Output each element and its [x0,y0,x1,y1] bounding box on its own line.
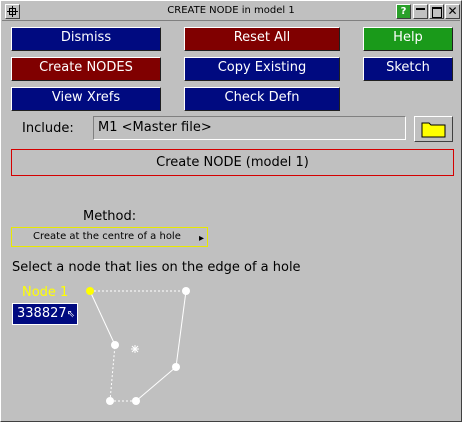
selected-node-marker [86,287,94,295]
node-marker [172,363,180,371]
node-marker [182,287,190,295]
node-marker [111,341,119,349]
centre-star-icon [131,345,139,353]
create-node-window: CREATE NODE in model 1 ? ✕ Dismiss Reset… [0,0,462,422]
hole-sketch-diagram [86,287,190,405]
node-marker [132,397,140,405]
node-marker [106,397,114,405]
